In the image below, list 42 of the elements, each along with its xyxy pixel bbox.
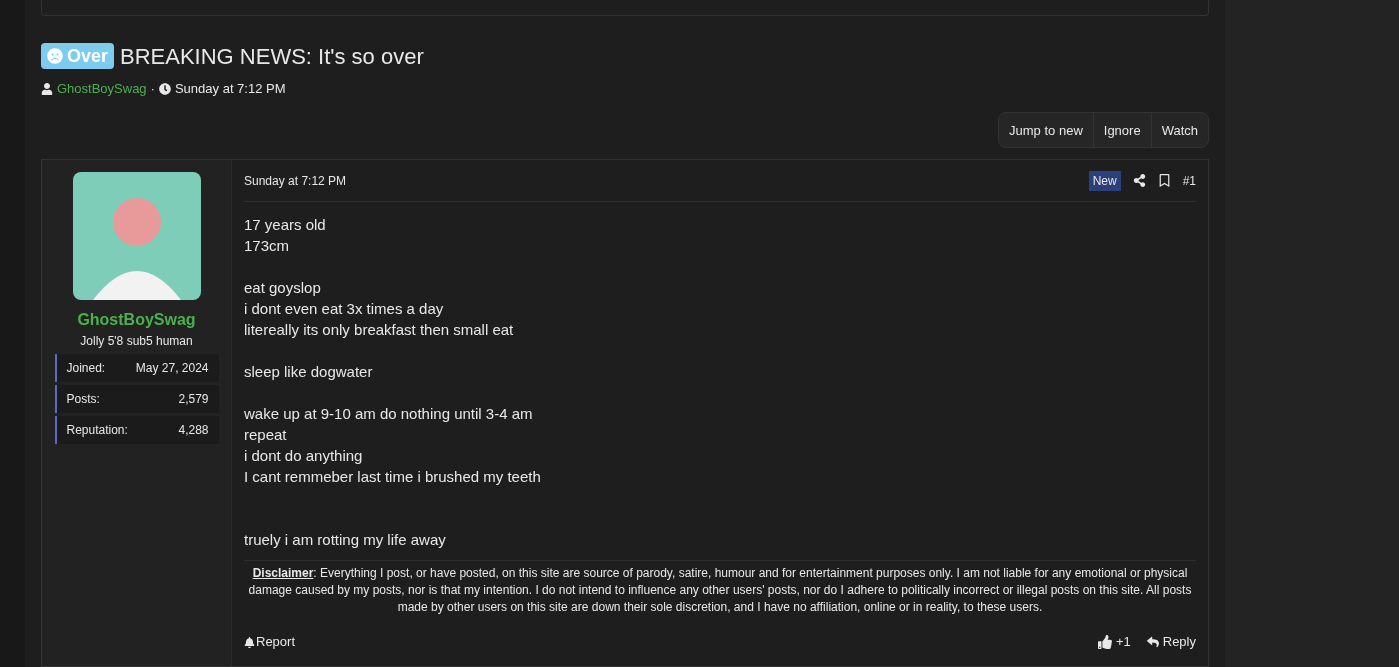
post-number[interactable]: #1 [1182,171,1196,190]
post-text-line: sleep like dogwater [244,362,374,383]
thread-action-button[interactable]: Jump to new [999,113,1093,148]
clock-icon [158,82,171,95]
signature-text: Disclaimer: Everything I post, or have posted, on this site are source of parody, satire, humour and for entertainment purposes only. I am not liable for any emotional or physical damage caused by my posts, nor is that my intention. I do not intend to influence any other users' posts, nor do I adhere to politically incorrect or illegal posts on this site. All posts made by other users on this site are down their sole discretion, and I have no affiliation, online or in reality, to these users. [244,560,1196,617]
user-icon [41,82,53,95]
post-text-line: i dont even eat 3x times a day [244,299,445,320]
stat-value: 4,288 [178,422,209,440]
stat-label: Reputation: [66,422,128,440]
share-icon[interactable] [1132,174,1146,188]
meta-separator: · [150,79,155,98]
post-date[interactable]: Sunday at 7:12 PM [244,171,347,190]
author-link[interactable]: GhostBoySwag [57,78,147,99]
thread-action-button[interactable]: Ignore [1092,113,1151,148]
post-text-line: repeat [244,425,288,446]
post-text-line: 173cm [244,236,291,257]
post-text-line: litereally its only breakfast then small eat [244,320,515,341]
report-button[interactable]: Report [244,632,296,652]
like-button[interactable]: +1 [1097,632,1131,652]
post-text-line: I cant remmeber last time i brushed my teeth [244,467,542,488]
reply-icon [1146,636,1159,649]
thread-date: Sunday at 7:12 PM [174,79,286,98]
post-text-line: eat goyslop [244,278,322,299]
thread-title: BREAKING NEWS: It's so over [120,42,424,71]
post-text-line: wake up at 9-10 am do nothing until 3-4 am [244,404,534,425]
bell-icon [244,636,255,648]
stat-value: May 27, 2024 [135,360,209,378]
bookmark-icon[interactable] [1157,174,1171,188]
stat-label: Posts: [66,391,100,409]
stat-label: Joined: [66,360,106,378]
new-badge: New [1088,170,1121,191]
post-text-line: truely i am rotting my life away [244,530,447,551]
sad-face-icon [47,48,63,65]
reply-button[interactable]: Reply [1146,632,1196,652]
post-text-line: 17 years old [244,215,327,236]
user-title: Jolly 5'8 sub5 human [80,333,193,351]
thread-prefix: Over [41,43,115,70]
thumbs-up-icon [1097,635,1112,650]
stat-value: 2,579 [178,391,209,409]
thread-action-button[interactable]: Watch [1150,113,1208,148]
poster-name[interactable]: GhostBoySwag [77,308,196,333]
post-text-line: i dont do anything [244,446,364,467]
